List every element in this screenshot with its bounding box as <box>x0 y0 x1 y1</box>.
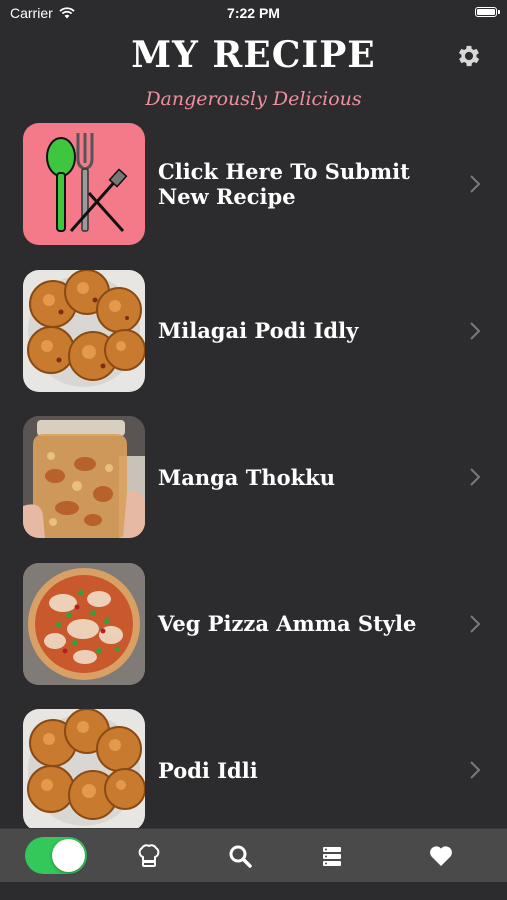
list-item-label: Podi Idli <box>158 757 258 783</box>
idly-photo <box>23 269 145 392</box>
list-item-submit-recipe[interactable]: Click Here To Submit New Recipe <box>0 122 507 269</box>
pickle-jar-photo <box>23 416 145 538</box>
tab-bar <box>0 828 507 882</box>
theme-toggle[interactable] <box>25 837 87 874</box>
toggle-knob <box>52 839 85 872</box>
tab-favorites[interactable] <box>417 829 465 882</box>
page-subtitle: Dangerously Delicious <box>145 88 362 110</box>
home-indicator-area <box>0 882 507 900</box>
battery-icon <box>475 7 500 17</box>
page-title: MY RECIPE <box>131 34 376 76</box>
list-item-label: Manga Thokku <box>158 464 335 490</box>
list-item-label: Veg Pizza Amma Style <box>158 611 417 636</box>
list-item-recipe[interactable]: Podi Idli <box>0 708 507 828</box>
list-item-recipe[interactable]: Veg Pizza Amma Style <box>0 562 507 709</box>
tab-search[interactable] <box>216 829 264 882</box>
recipe-list: Click Here To Submit New Recipe Milagai … <box>0 122 507 828</box>
status-bar: Carrier 7:22 PM <box>0 0 507 28</box>
list-item-label: Milagai Podi Idly <box>158 318 359 343</box>
search-icon <box>229 845 252 868</box>
chevron-right-icon <box>470 321 481 340</box>
heart-icon <box>430 845 452 866</box>
chevron-right-icon <box>470 175 481 193</box>
idly-photo <box>23 709 145 828</box>
status-time: 7:22 PM <box>227 5 280 21</box>
list-icon <box>323 846 341 866</box>
pizza-photo <box>23 562 145 685</box>
submit-recipe-icon <box>23 123 145 245</box>
tab-list[interactable] <box>308 829 356 882</box>
list-item-recipe[interactable]: Manga Thokku <box>0 415 507 562</box>
chevron-right-icon <box>470 468 481 486</box>
gear-icon[interactable] <box>455 42 483 70</box>
list-item-recipe[interactable]: Milagai Podi Idly <box>0 269 507 416</box>
chevron-right-icon <box>470 761 481 779</box>
list-item-label: Click Here To Submit New Recipe <box>158 159 410 209</box>
chef-hat-icon <box>138 843 160 867</box>
chevron-right-icon <box>470 614 481 633</box>
tab-chef[interactable] <box>125 829 173 882</box>
